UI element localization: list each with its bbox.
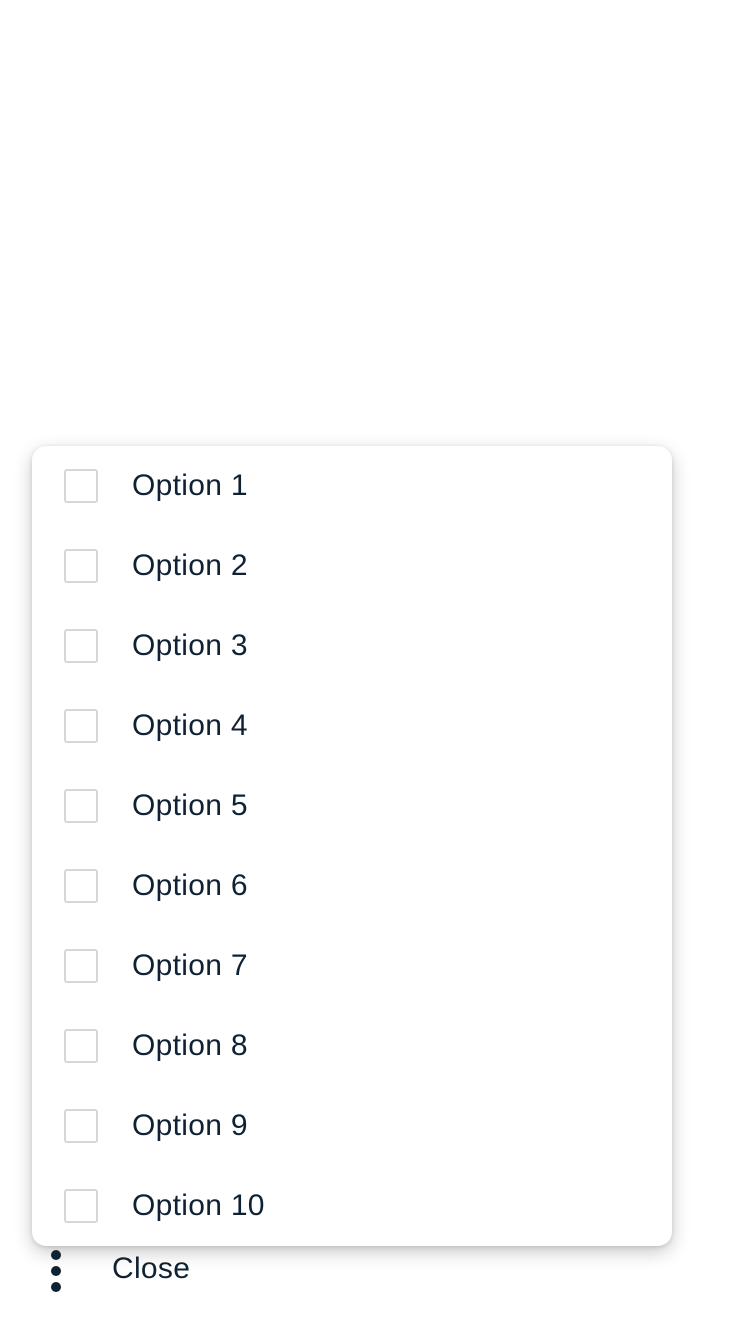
checkbox[interactable] <box>64 789 98 823</box>
options-menu: Option 1 Option 2 Option 3 Option 4 Opti… <box>32 446 672 1246</box>
menu-item-option-7[interactable]: Option 7 <box>32 926 672 1006</box>
checkbox[interactable] <box>64 469 98 503</box>
menu-item-label: Option 10 <box>132 1189 265 1222</box>
menu-item-label: Option 6 <box>132 869 248 902</box>
menu-item-label: Option 9 <box>132 1109 248 1142</box>
menu-item-option-4[interactable]: Option 4 <box>32 686 672 766</box>
menu-item-label: Option 2 <box>132 549 248 582</box>
checkbox[interactable] <box>64 869 98 903</box>
checkbox[interactable] <box>64 1109 98 1143</box>
menu-item-option-9[interactable]: Option 9 <box>32 1086 672 1166</box>
menu-item-option-3[interactable]: Option 3 <box>32 606 672 686</box>
checkbox[interactable] <box>64 1029 98 1063</box>
close-button[interactable]: Close <box>112 1250 190 1288</box>
checkbox[interactable] <box>64 1189 98 1223</box>
checkbox[interactable] <box>64 709 98 743</box>
checkbox[interactable] <box>64 949 98 983</box>
menu-item-label: Option 1 <box>132 469 248 502</box>
menu-item-option-2[interactable]: Option 2 <box>32 526 672 606</box>
checkbox[interactable] <box>64 549 98 583</box>
menu-item-option-1[interactable]: Option 1 <box>32 446 672 526</box>
menu-item-label: Option 3 <box>132 629 248 662</box>
menu-item-label: Option 8 <box>132 1029 248 1062</box>
more-vertical-icon[interactable] <box>44 1248 68 1294</box>
menu-item-label: Option 4 <box>132 709 248 742</box>
menu-item-label: Option 7 <box>132 949 248 982</box>
menu-item-option-6[interactable]: Option 6 <box>32 846 672 926</box>
menu-item-option-5[interactable]: Option 5 <box>32 766 672 846</box>
menu-item-option-8[interactable]: Option 8 <box>32 1006 672 1086</box>
menu-footer: Close <box>0 1246 750 1292</box>
menu-item-option-10[interactable]: Option 10 <box>32 1166 672 1246</box>
options-list: Option 1 Option 2 Option 3 Option 4 Opti… <box>32 446 672 1246</box>
checkbox[interactable] <box>64 629 98 663</box>
menu-item-label: Option 5 <box>132 789 248 822</box>
